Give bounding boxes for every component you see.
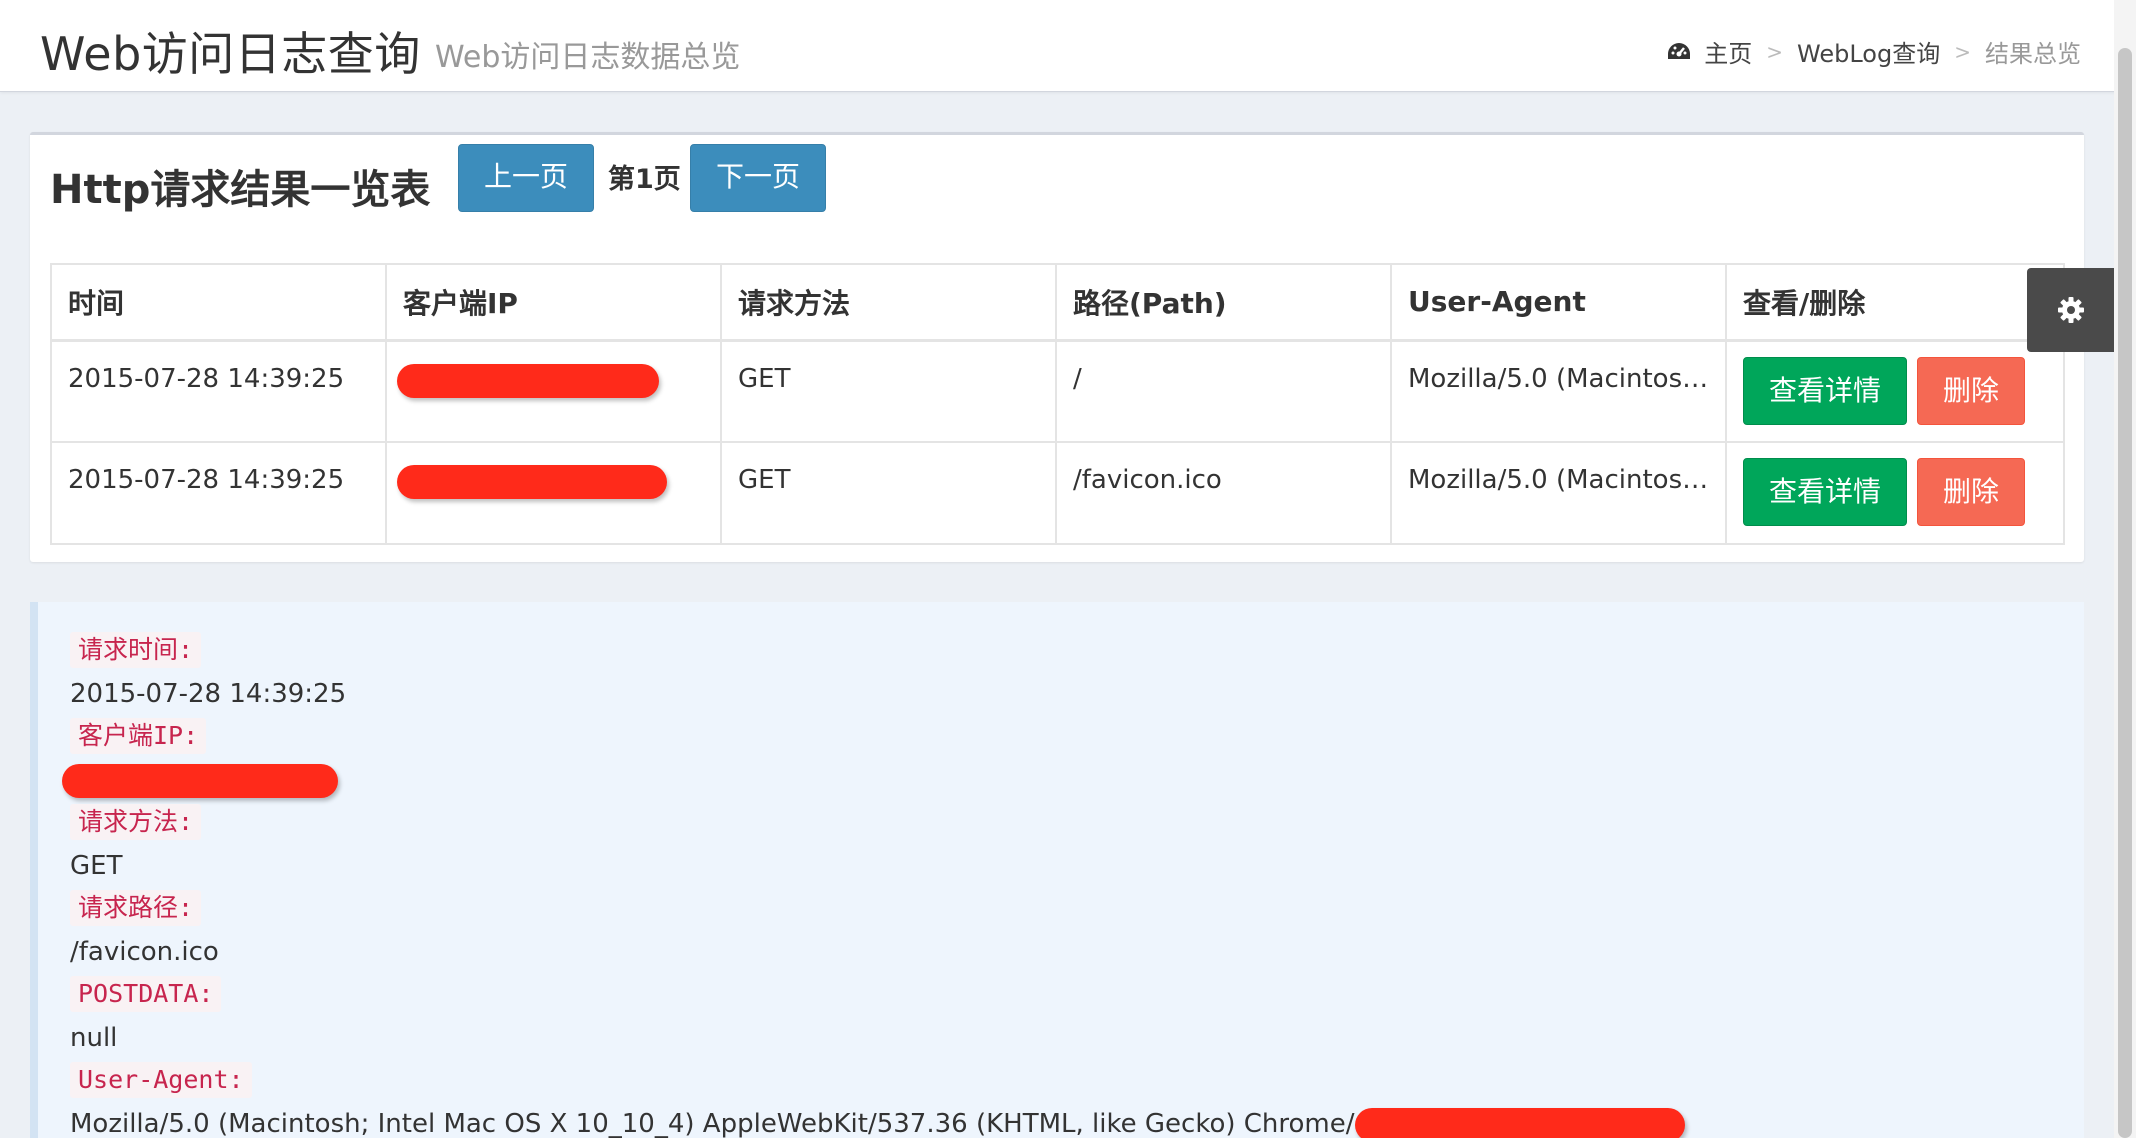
table-row: 2015-07-28 14:39:25 GET /favicon.ico Moz… bbox=[50, 441, 2065, 545]
cell-method: GET bbox=[720, 339, 1057, 443]
settings-toggle[interactable] bbox=[2027, 268, 2115, 352]
detail-time-label: 请求时间: bbox=[70, 632, 202, 668]
next-page-button[interactable]: 下一页 bbox=[690, 144, 826, 212]
cell-time: 2015-07-28 14:39:25 bbox=[50, 339, 387, 443]
request-detail-panel: 请求时间: 2015-07-28 14:39:25 客户端IP: 请求方法: G… bbox=[30, 602, 2084, 1138]
gear-icon bbox=[2058, 297, 2084, 323]
detail-postdata-value: null bbox=[70, 1023, 118, 1053]
scrollbar[interactable] bbox=[2114, 0, 2136, 1138]
detail-method-value: GET bbox=[70, 851, 123, 881]
column-header: 查看/删除 bbox=[1725, 263, 2065, 342]
detail-ip-label: 客户端IP: bbox=[70, 718, 207, 754]
table-row: 2015-07-28 14:39:25 GET / Mozilla/5.0 (M… bbox=[50, 339, 2065, 443]
redaction-mark bbox=[397, 363, 659, 398]
results-box: Http请求结果一览表 上一页 第1页 下一页 时间 客户端IP 请求方法 路径… bbox=[30, 132, 2084, 562]
cell-path: /favicon.ico bbox=[1055, 441, 1392, 545]
detail-time-value: 2015-07-28 14:39:25 bbox=[70, 679, 347, 709]
cell-user-agent: Mozilla/5.0 (Macintosh; Intel Mac OS X 1… bbox=[1390, 441, 1727, 545]
scrollbar-thumb[interactable] bbox=[2118, 48, 2132, 1138]
cell-method: GET bbox=[720, 441, 1057, 545]
delete-button[interactable]: 删除 bbox=[1917, 356, 2025, 425]
cell-client-ip bbox=[385, 339, 722, 443]
page-title: Web访问日志查询 bbox=[40, 27, 421, 81]
detail-path-label: 请求路径: bbox=[70, 890, 202, 926]
results-box-title: Http请求结果一览表 bbox=[50, 167, 431, 213]
breadcrumb-weblog-query[interactable]: WebLog查询 bbox=[1797, 34, 1940, 69]
detail-ip-value bbox=[62, 760, 2084, 804]
column-header: 客户端IP bbox=[385, 263, 722, 342]
breadcrumb-separator: > bbox=[1766, 39, 1784, 64]
page-indicator: 第1页 bbox=[608, 164, 681, 195]
detail-user-agent-label: User-Agent: bbox=[70, 1062, 252, 1098]
cell-client-ip bbox=[385, 441, 722, 545]
dashboard-icon bbox=[1668, 42, 1691, 59]
delete-button[interactable]: 删除 bbox=[1917, 458, 2025, 526]
column-header: 请求方法 bbox=[720, 263, 1057, 342]
table-header-row: 时间 客户端IP 请求方法 路径(Path) User-Agent 查看/删除 bbox=[50, 263, 2065, 342]
view-details-button[interactable]: 查看详情 bbox=[1743, 356, 1907, 425]
cell-actions: 查看详情 删除 bbox=[1725, 339, 2065, 443]
results-table: 时间 客户端IP 请求方法 路径(Path) User-Agent 查看/删除 … bbox=[50, 263, 2065, 545]
breadcrumb-home[interactable]: 主页 bbox=[1704, 34, 1752, 69]
cell-user-agent: Mozilla/5.0 (Macintosh; Intel Mac OS X 1… bbox=[1390, 339, 1727, 443]
column-header: 时间 bbox=[50, 263, 387, 342]
detail-path-value: /favicon.ico bbox=[70, 937, 219, 967]
breadcrumb-current: 结果总览 bbox=[1985, 40, 2081, 68]
redaction-mark bbox=[1354, 1107, 1685, 1138]
view-details-button[interactable]: 查看详情 bbox=[1743, 458, 1907, 526]
cell-path: / bbox=[1055, 339, 1392, 443]
cell-time: 2015-07-28 14:39:25 bbox=[50, 441, 387, 545]
redaction-mark bbox=[62, 764, 338, 798]
page-subtitle: Web访问日志数据总览 bbox=[435, 40, 741, 75]
detail-postdata-label: POSTDATA: bbox=[70, 976, 222, 1012]
redaction-mark bbox=[397, 465, 667, 499]
page-header: Web访问日志查询 Web访问日志数据总览 主页 > WebLog查询 > 结果… bbox=[0, 0, 2136, 92]
detail-user-agent-value: Mozilla/5.0 (Macintosh; Intel Mac OS X 1… bbox=[70, 1109, 1355, 1138]
cell-actions: 查看详情 删除 bbox=[1725, 441, 2065, 545]
prev-page-button[interactable]: 上一页 bbox=[458, 144, 594, 212]
breadcrumb: 主页 > WebLog查询 > 结果总览 bbox=[1666, 34, 2081, 69]
column-header: 路径(Path) bbox=[1055, 263, 1392, 342]
detail-method-label: 请求方法: bbox=[70, 804, 202, 840]
breadcrumb-separator: > bbox=[1954, 39, 1971, 64]
detail-user-agent-row: Mozilla/5.0 (Macintosh; Intel Mac OS X 1… bbox=[70, 1104, 2084, 1138]
column-header: User-Agent bbox=[1390, 263, 1727, 342]
